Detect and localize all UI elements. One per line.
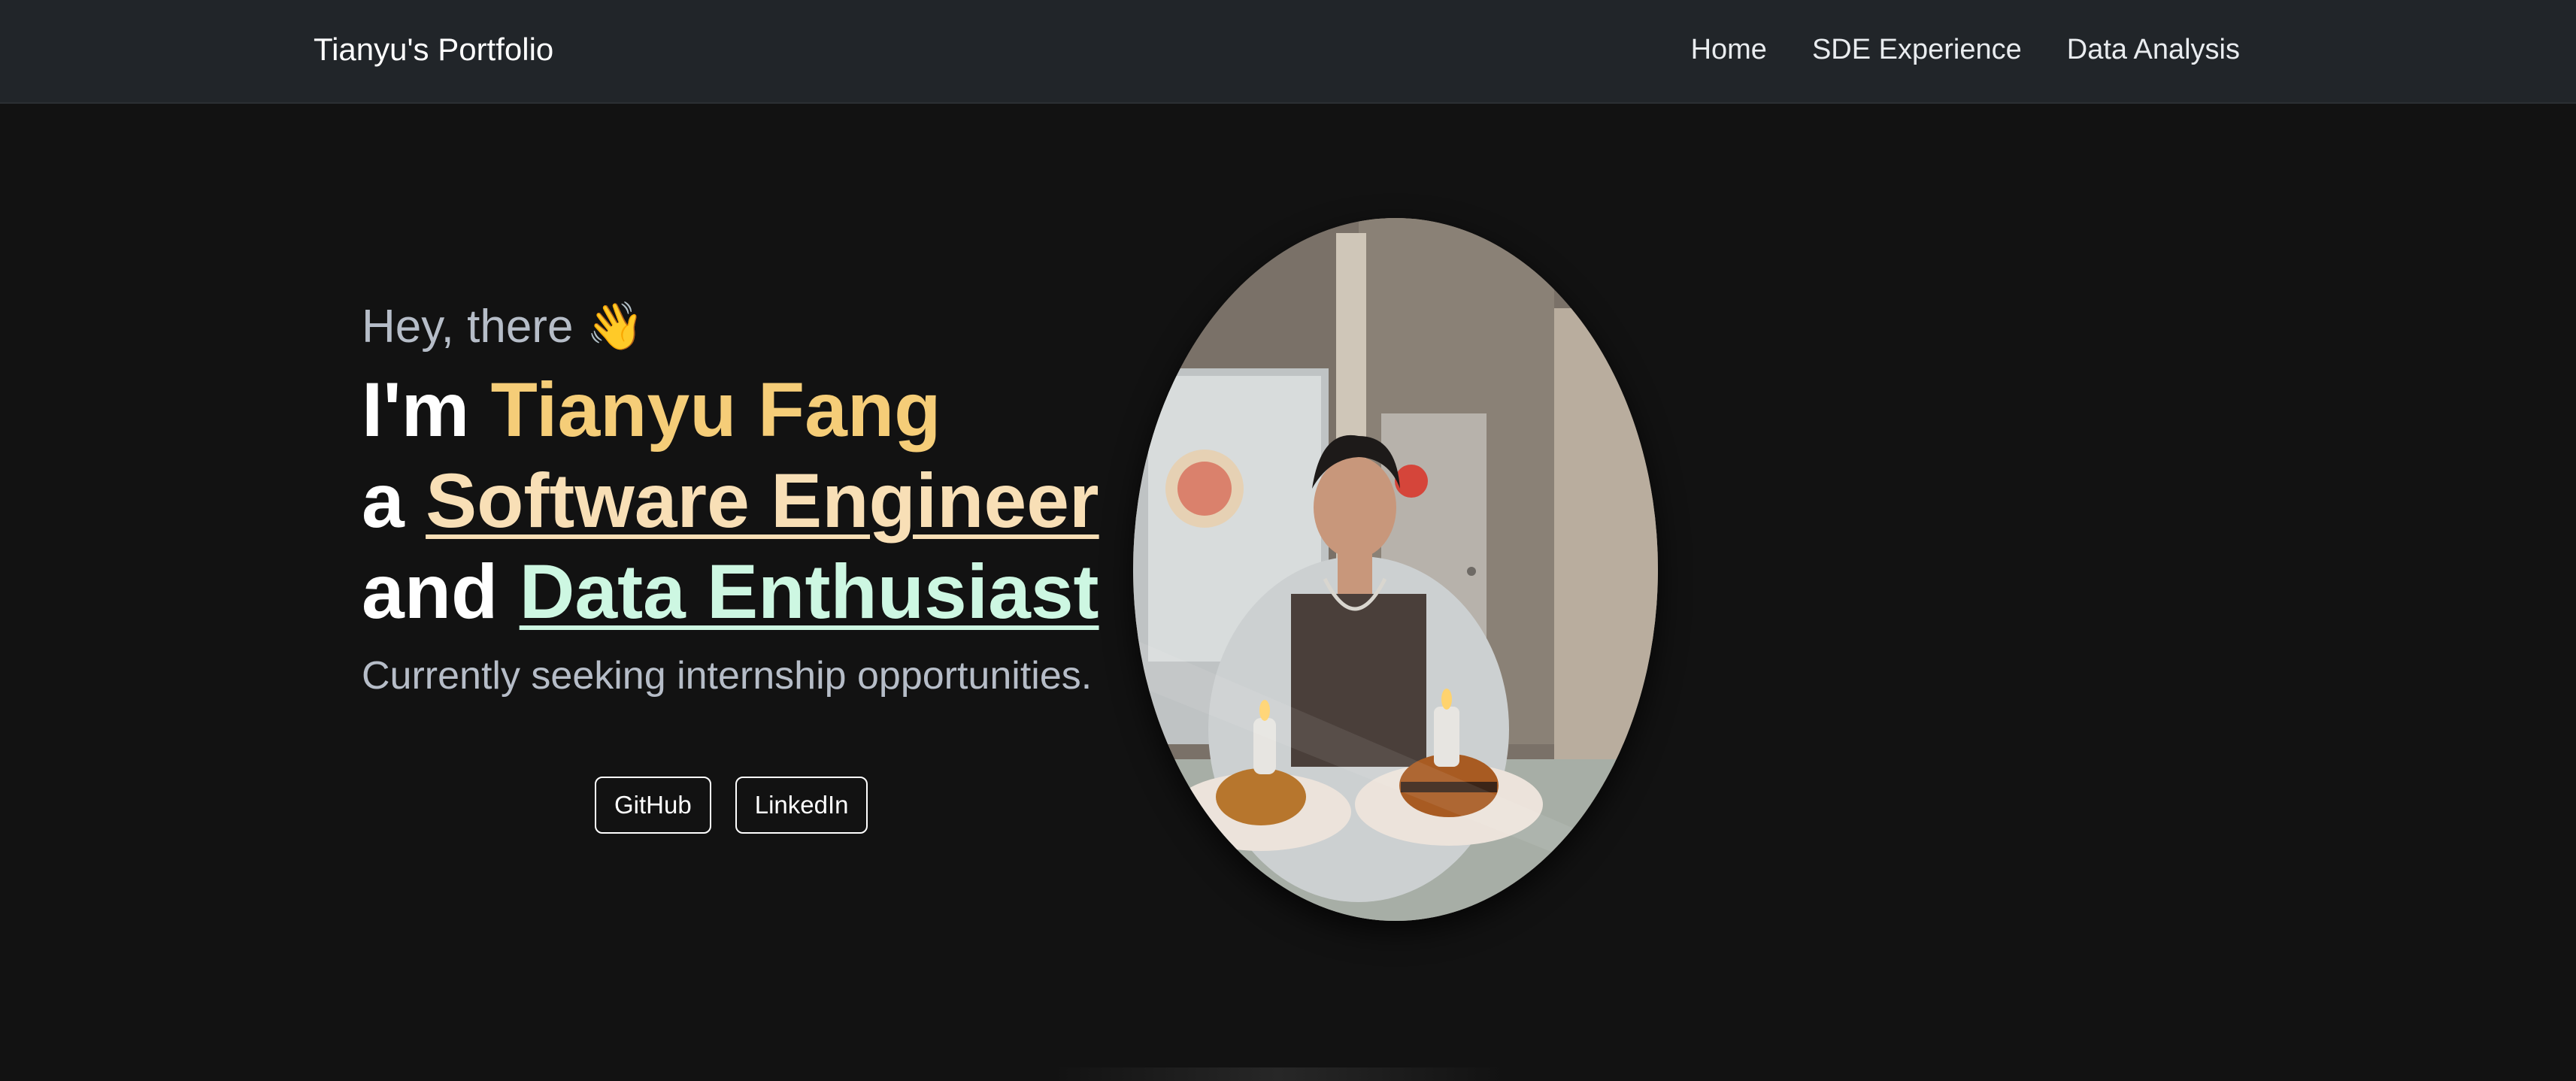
nav-link-home[interactable]: Home [1691,30,1767,69]
next-section-hint [1053,1067,1504,1081]
headline-line-3: and Data Enthusiast [362,547,1114,637]
headline-prefix-im: I'm [362,367,491,453]
greeting-text: Hey, there 👋 [362,301,644,353]
nav-links: Home SDE Experience Data Analysis [1691,30,2240,69]
social-buttons: GitHub LinkedIn [595,777,868,834]
headline-prefix-a: a [362,458,426,544]
profile-photo [1133,218,1658,921]
headline-line-2: a Software Engineer [362,456,1114,547]
headline-name: Tianyu Fang [490,367,941,453]
headline-line-1: I'm Tianyu Fang [362,365,1114,456]
headline-role-software-engineer: Software Engineer [426,458,1099,544]
navbar: Tianyu's Portfolio Home SDE Experience D… [0,0,2576,104]
nav-link-data-analysis[interactable]: Data Analysis [2067,30,2240,69]
nav-link-sde-experience[interactable]: SDE Experience [1812,30,2022,69]
hero-section: Hey, there 👋 I'm Tianyu Fang a Software … [362,289,1114,702]
github-button[interactable]: GitHub [595,777,711,834]
linkedin-button[interactable]: LinkedIn [735,777,868,834]
brand-link[interactable]: Tianyu's Portfolio [314,30,553,69]
headline-role-data-enthusiast: Data Enthusiast [519,549,1099,634]
hero-subtitle: Currently seeking internship opportuniti… [362,654,1093,698]
profile-photo-illustration [1133,218,1658,921]
headline-prefix-and: and [362,549,520,634]
